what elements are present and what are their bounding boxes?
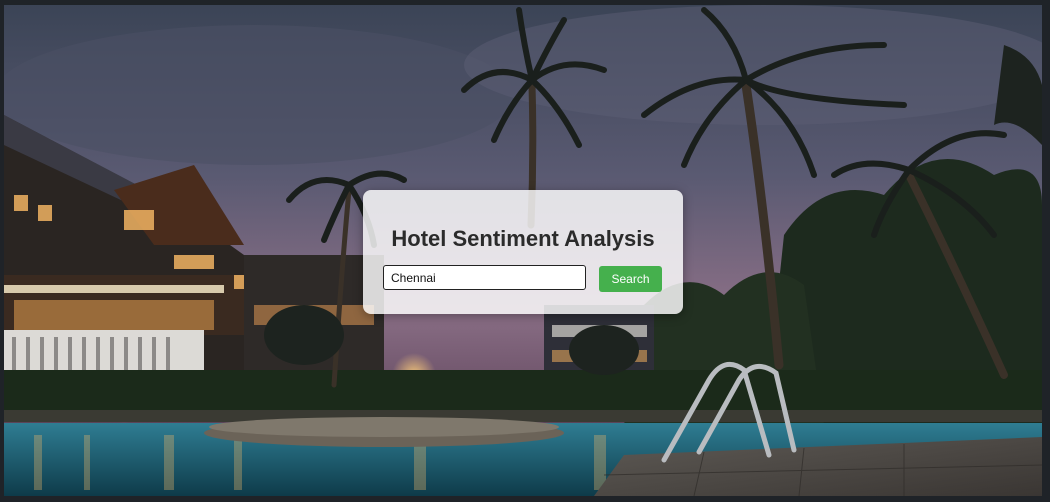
page-title: Hotel Sentiment Analysis bbox=[391, 226, 655, 251]
search-input[interactable] bbox=[383, 265, 586, 290]
search-card: Hotel Sentiment Analysis Search bbox=[363, 190, 683, 314]
app-viewport: Hotel Sentiment Analysis Search bbox=[4, 5, 1042, 496]
search-button[interactable]: Search bbox=[599, 266, 662, 292]
